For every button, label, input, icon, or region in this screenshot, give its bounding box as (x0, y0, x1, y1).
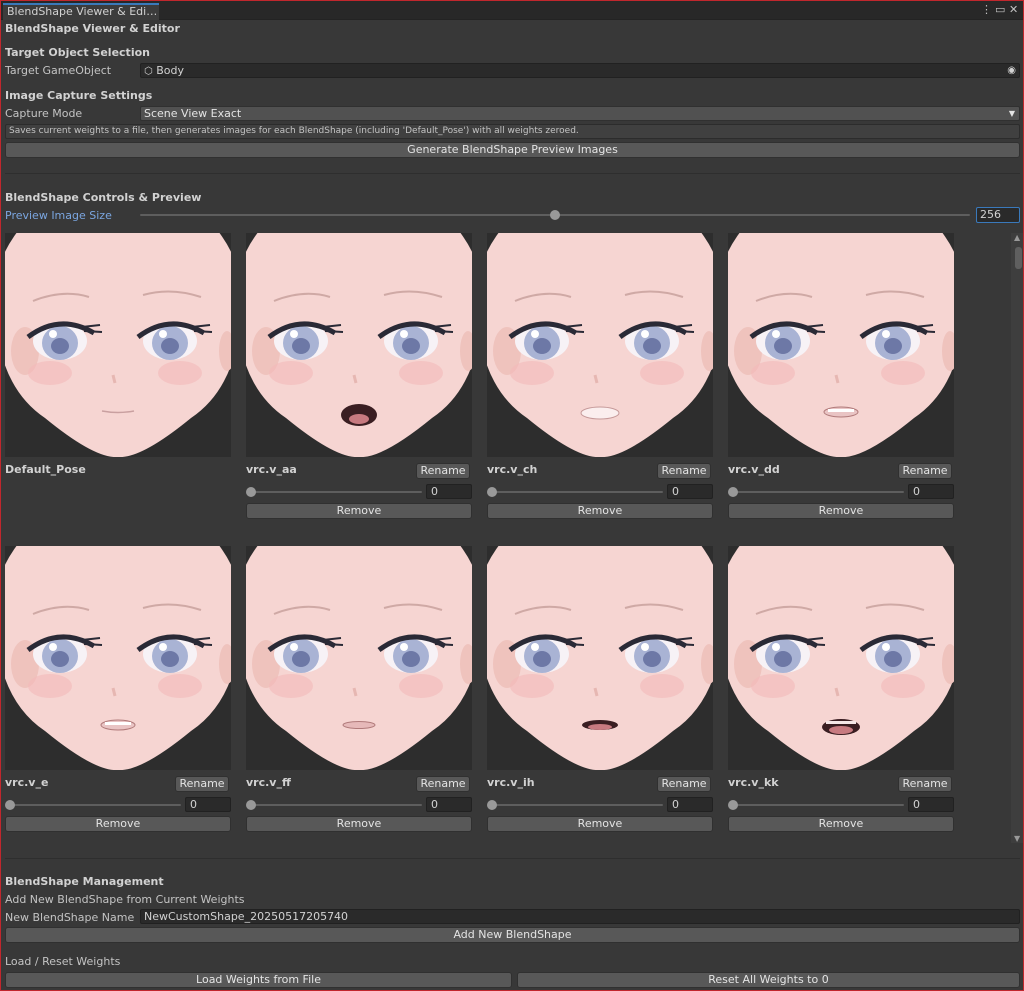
rename-button[interactable]: Rename (416, 463, 470, 479)
window-header-title: BlendShape Viewer & Editor (5, 22, 180, 35)
capture-mode-label: Capture Mode (5, 107, 83, 120)
weight-input[interactable]: 0 (426, 484, 472, 499)
rename-button[interactable]: Rename (898, 776, 952, 792)
rename-button[interactable]: Rename (416, 776, 470, 792)
new-blendshape-name-label: New BlendShape Name (5, 911, 135, 924)
blendshape-preview-image (728, 546, 954, 770)
preview-size-input[interactable]: 256 (976, 207, 1020, 223)
weight-slider-thumb[interactable] (5, 800, 15, 810)
scroll-down-icon[interactable]: ▼ (1014, 834, 1020, 843)
kebab-menu-icon[interactable]: ⋮ (981, 4, 992, 16)
target-section-title: Target Object Selection (5, 46, 150, 59)
weight-slider-track[interactable] (491, 491, 663, 493)
target-gameobject-label: Target GameObject (5, 64, 112, 77)
remove-button[interactable]: Remove (728, 503, 954, 519)
blendshape-card: vrc.v_ff Rename 0 Remove (246, 546, 472, 836)
close-icon[interactable]: ✕ (1009, 4, 1018, 16)
add-blendshape-button[interactable]: Add New BlendShape (5, 927, 1020, 943)
preview-size-label: Preview Image Size (5, 209, 112, 222)
target-gameobject-value: Body (156, 64, 185, 77)
blendshape-card: vrc.v_ih Rename 0 Remove (487, 546, 713, 836)
remove-button[interactable]: Remove (487, 503, 713, 519)
weight-input[interactable]: 0 (667, 797, 713, 812)
weight-input[interactable]: 0 (185, 797, 231, 812)
remove-button[interactable]: Remove (487, 816, 713, 832)
weight-slider-track[interactable] (250, 804, 422, 806)
section-divider (5, 173, 1020, 174)
blendshape-name: vrc.v_aa (246, 463, 297, 476)
new-blendshape-name-input[interactable]: NewCustomShape_20250517205740 (140, 909, 1020, 924)
capture-section-title: Image Capture Settings (5, 89, 153, 102)
blendshape-preview-image (246, 233, 472, 457)
blendshape-card: vrc.v_aa Rename 0 Remove (246, 233, 472, 523)
blendshape-name: vrc.v_e (5, 776, 49, 789)
blendshape-name: vrc.v_kk (728, 776, 779, 789)
weight-slider-thumb[interactable] (246, 800, 256, 810)
remove-button[interactable]: Remove (246, 816, 472, 832)
rename-button[interactable]: Rename (657, 463, 711, 479)
weight-slider-track[interactable] (9, 804, 181, 806)
blendshape-preview-image (487, 546, 713, 770)
weight-slider-thumb[interactable] (487, 800, 497, 810)
scroll-up-icon[interactable]: ▲ (1014, 233, 1020, 242)
weight-slider-track[interactable] (732, 491, 904, 493)
weight-slider-track[interactable] (732, 804, 904, 806)
load-weights-button[interactable]: Load Weights from File (5, 972, 512, 988)
blendshape-name: Default_Pose (5, 463, 86, 476)
blendshape-card: vrc.v_e Rename 0 Remove (5, 546, 231, 836)
editor-window: BlendShape Viewer & Edi… ⋮ ▭ ✕ BlendShap… (0, 0, 1024, 991)
weight-input[interactable]: 0 (426, 797, 472, 812)
rename-button[interactable]: Rename (175, 776, 229, 792)
section-divider (5, 858, 1020, 859)
blendshape-name: vrc.v_dd (728, 463, 780, 476)
blendshape-card: vrc.v_dd Rename 0 Remove (728, 233, 954, 523)
target-gameobject-field[interactable]: ⬡ Body ◉ (140, 63, 1020, 78)
add-blendshape-subtitle: Add New BlendShape from Current Weights (5, 893, 245, 906)
weight-slider-thumb[interactable] (728, 800, 738, 810)
management-section-title: BlendShape Management (5, 875, 164, 888)
scrollbar-thumb[interactable] (1015, 247, 1022, 269)
controls-section-title: BlendShape Controls & Preview (5, 191, 202, 204)
blendshape-card: Default_Pose (5, 233, 231, 523)
object-picker-icon[interactable]: ◉ (1007, 64, 1016, 77)
blendshape-preview-image (487, 233, 713, 457)
tab-bar: BlendShape Viewer & Edi… ⋮ ▭ ✕ (1, 1, 1023, 20)
rename-button[interactable]: Rename (657, 776, 711, 792)
rename-button[interactable]: Rename (898, 463, 952, 479)
reset-weights-button[interactable]: Reset All Weights to 0 (517, 972, 1020, 988)
weight-input[interactable]: 0 (667, 484, 713, 499)
blendshape-card: vrc.v_kk Rename 0 Remove (728, 546, 954, 836)
capture-mode-dropdown[interactable]: Scene View Exact ▼ (140, 106, 1020, 121)
weight-slider-track[interactable] (491, 804, 663, 806)
generate-previews-button[interactable]: Generate BlendShape Preview Images (5, 142, 1020, 158)
cube-icon: ⬡ (144, 66, 153, 77)
chevron-down-icon: ▼ (1008, 109, 1015, 118)
maximize-icon[interactable]: ▭ (995, 4, 1005, 16)
remove-button[interactable]: Remove (728, 816, 954, 832)
blendshape-name: vrc.v_ff (246, 776, 291, 789)
weight-slider-thumb[interactable] (728, 487, 738, 497)
blendshape-preview-image (5, 233, 231, 457)
weight-slider-thumb[interactable] (246, 487, 256, 497)
capture-mode-value: Scene View Exact (144, 107, 242, 120)
blendshape-preview-image (728, 233, 954, 457)
weight-slider-track[interactable] (250, 491, 422, 493)
vertical-scrollbar[interactable]: ▲ ▼ (1011, 233, 1023, 843)
weight-slider-thumb[interactable] (487, 487, 497, 497)
remove-button[interactable]: Remove (5, 816, 231, 832)
weight-input[interactable]: 0 (908, 797, 954, 812)
capture-help-box: Saves current weights to a file, then ge… (5, 124, 1020, 139)
blendshape-preview-image (246, 546, 472, 770)
blendshape-name: vrc.v_ch (487, 463, 538, 476)
weight-input[interactable]: 0 (908, 484, 954, 499)
window-tab[interactable]: BlendShape Viewer & Edi… (3, 3, 159, 20)
blendshape-name: vrc.v_ih (487, 776, 535, 789)
load-reset-subtitle: Load / Reset Weights (5, 955, 121, 968)
blendshape-card: vrc.v_ch Rename 0 Remove (487, 233, 713, 523)
blendshape-preview-image (5, 546, 231, 770)
remove-button[interactable]: Remove (246, 503, 472, 519)
preview-size-slider-thumb[interactable] (550, 210, 560, 220)
